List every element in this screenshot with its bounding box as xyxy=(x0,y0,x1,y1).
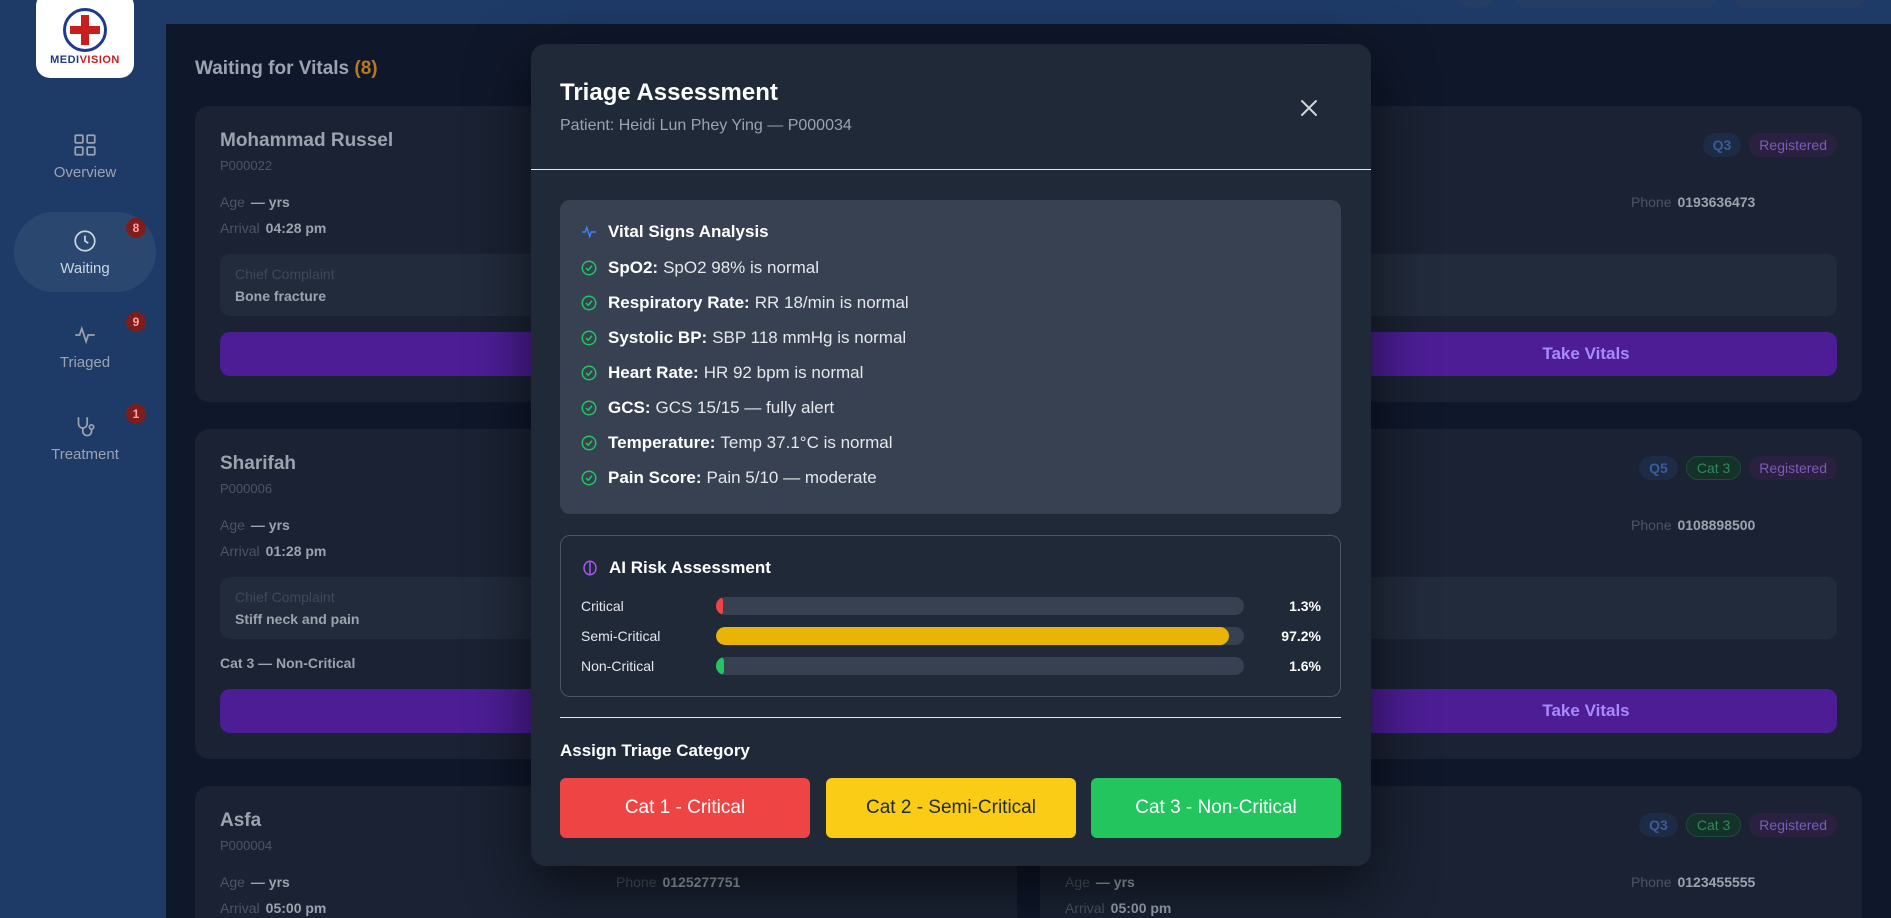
vital-text: HR 92 bpm is normal xyxy=(703,363,864,382)
modal-subtitle: Patient: Heidi Lun Phey Ying — P000034 xyxy=(560,117,852,134)
vital-sign-row: Temperature: Temp 37.1°C is normal xyxy=(580,433,893,453)
brain-icon xyxy=(583,560,597,576)
check-circle-icon xyxy=(581,330,597,346)
check-circle-icon xyxy=(581,435,597,451)
risk-bar-track xyxy=(716,627,1244,645)
vital-text: SpO2 98% is normal xyxy=(663,258,819,277)
risk-percent: 97.2% xyxy=(1281,628,1321,644)
risk-row: Critical 1.3% xyxy=(581,596,1321,616)
risk-label: Critical xyxy=(581,598,624,614)
check-circle-icon xyxy=(581,400,597,416)
divider xyxy=(560,717,1341,718)
vital-text: Pain 5/10 — moderate xyxy=(706,468,877,487)
assign-title: Assign Triage Category xyxy=(560,741,750,760)
vital-sign-row: Pain Score: Pain 5/10 — moderate xyxy=(580,468,877,488)
risk-percent: 1.6% xyxy=(1289,658,1321,674)
risk-row: Semi-Critical 97.2% xyxy=(581,626,1321,646)
vital-label: Heart Rate: xyxy=(608,363,699,382)
risk-row: Non-Critical 1.6% xyxy=(581,656,1321,676)
risk-bar-fill xyxy=(716,627,1230,645)
triage-modal: Triage Assessment Patient: Heidi Lun Phe… xyxy=(531,44,1371,866)
risk-label: Semi-Critical xyxy=(581,628,661,644)
vital-text: SBP 118 mmHg is normal xyxy=(712,328,907,347)
vital-signs-panel: Vital Signs Analysis SpO2: SpO2 98% is no… xyxy=(560,200,1341,514)
vital-label: Systolic BP: xyxy=(608,328,708,347)
risk-bar-track xyxy=(716,657,1244,675)
check-circle-icon xyxy=(581,295,597,311)
cat1-critical-button[interactable]: Cat 1 - Critical xyxy=(560,778,810,838)
cat3-non-critical-button[interactable]: Cat 3 - Non-Critical xyxy=(1091,778,1341,838)
modal-header: Triage Assessment Patient: Heidi Lun Phe… xyxy=(531,44,1371,170)
vital-sign-row: GCS: GCS 15/15 — fully alert xyxy=(580,398,834,418)
vital-sign-row: Heart Rate: HR 92 bpm is normal xyxy=(580,363,863,383)
vital-label: Respiratory Rate: xyxy=(608,293,750,312)
vital-sign-row: Systolic BP: SBP 118 mmHg is normal xyxy=(580,328,906,348)
vital-sign-row: Respiratory Rate: RR 18/min is normal xyxy=(580,293,909,313)
risk-label: Non-Critical xyxy=(581,658,655,674)
risk-percent: 1.3% xyxy=(1289,598,1321,614)
vital-text: GCS 15/15 — fully alert xyxy=(655,398,835,417)
vital-label: GCS: xyxy=(608,398,651,417)
vital-text: RR 18/min is normal xyxy=(754,293,909,312)
pulse-icon xyxy=(582,225,596,239)
risk-bar-track xyxy=(716,597,1244,615)
risk-bar-fill xyxy=(716,657,725,675)
check-circle-icon xyxy=(581,470,597,486)
vital-label: SpO2: xyxy=(608,258,659,277)
ai-risk-header: AI Risk Assessment xyxy=(581,558,771,578)
vital-text: Temp 37.1°C is normal xyxy=(720,433,893,452)
close-button[interactable] xyxy=(1295,94,1323,122)
risk-bar-fill xyxy=(716,597,723,615)
close-icon xyxy=(1301,100,1317,116)
modal-title: Triage Assessment xyxy=(560,79,778,106)
vital-sign-row: SpO2: SpO2 98% is normal xyxy=(580,258,819,278)
vital-label: Pain Score: xyxy=(608,468,702,487)
check-circle-icon xyxy=(581,260,597,276)
cat2-semi-critical-button[interactable]: Cat 2 - Semi-Critical xyxy=(826,778,1076,838)
check-circle-icon xyxy=(581,365,597,381)
ai-risk-panel: AI Risk Assessment Critical 1.3% Semi-Crit… xyxy=(560,535,1341,697)
vital-signs-header: Vital Signs Analysis xyxy=(580,222,769,242)
vital-label: Temperature: xyxy=(608,433,716,452)
